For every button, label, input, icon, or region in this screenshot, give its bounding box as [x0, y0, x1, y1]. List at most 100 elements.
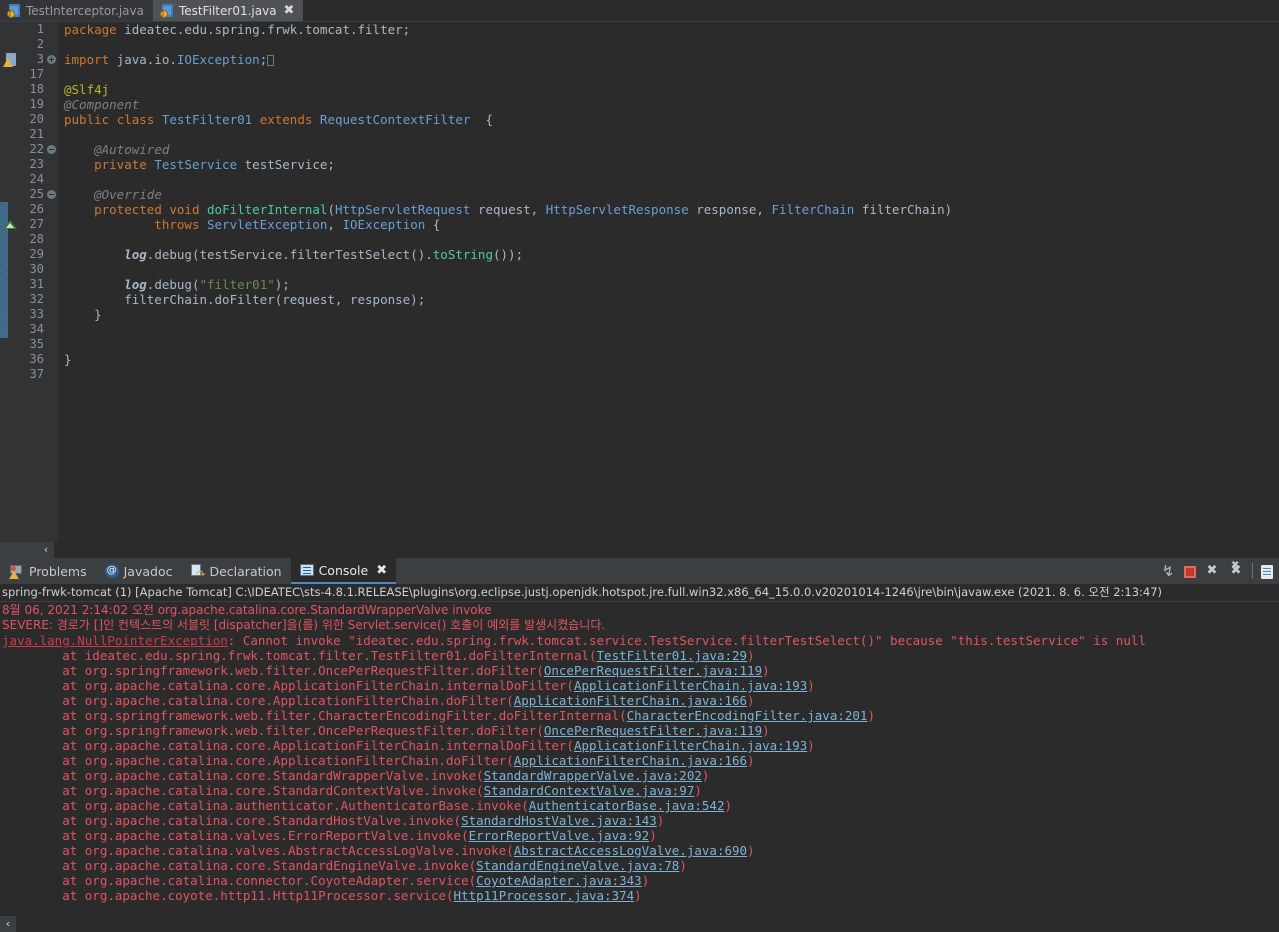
line-number: 28	[29, 232, 44, 246]
code-line[interactable]	[58, 367, 1279, 382]
stack-trace-link[interactable]: StandardWrapperValve.java:202	[484, 768, 702, 783]
console-line-list: 8월 06, 2021 2:14:02 오전 org.apache.catali…	[0, 603, 1279, 903]
code-line[interactable]	[58, 322, 1279, 337]
scroll-left-arrow-icon[interactable]: ‹	[38, 542, 54, 558]
console-line[interactable]: at org.apache.catalina.valves.ErrorRepor…	[0, 828, 1279, 843]
code-line[interactable]: package ideatec.edu.spring.frwk.tomcat.f…	[58, 22, 1279, 37]
stack-trace-link[interactable]: CoyoteAdapter.java:343	[476, 873, 642, 888]
close-icon[interactable]: ✖	[376, 563, 387, 578]
code-line[interactable]: }	[58, 352, 1279, 367]
console-scroll-track[interactable]	[16, 916, 1279, 932]
warning-marker-icon[interactable]	[3, 53, 17, 67]
stack-trace-link[interactable]: OncePerRequestFilter.java:119	[544, 723, 762, 738]
code-line[interactable]: protected void doFilterInternal(HttpServ…	[58, 202, 1279, 217]
tab-console[interactable]: Console ✖	[290, 558, 397, 584]
fold-collapse-icon[interactable]	[47, 145, 56, 154]
stack-trace-link[interactable]: ApplicationFilterChain.java:193	[574, 678, 807, 693]
stack-trace-link[interactable]: CharacterEncodingFilter.java:201	[627, 708, 868, 723]
tab-declaration[interactable]: ↷ Declaration	[181, 558, 290, 584]
console-output[interactable]: 8월 06, 2021 2:14:02 오전 org.apache.catali…	[0, 602, 1279, 932]
console-line[interactable]: at org.apache.catalina.core.ApplicationF…	[0, 738, 1279, 753]
code-line[interactable]: public class TestFilter01 extends Reques…	[58, 112, 1279, 127]
code-line[interactable]: throws ServletException, IOException {	[58, 217, 1279, 232]
folding-ruler[interactable]	[46, 22, 58, 558]
exception-link[interactable]: java.lang.NullPointerException	[2, 633, 228, 648]
console-line[interactable]: at org.apache.catalina.authenticator.Aut…	[0, 798, 1279, 813]
editor-tab-testfilter01[interactable]: TestFilter01.java ✖	[152, 0, 304, 21]
stack-trace-link[interactable]: StandardContextValve.java:97	[484, 783, 695, 798]
console-line[interactable]: at org.apache.catalina.core.ApplicationF…	[0, 693, 1279, 708]
console-line[interactable]: at org.springframework.web.filter.Charac…	[0, 708, 1279, 723]
code-line[interactable]: @Autowired	[58, 142, 1279, 157]
line-number: 2	[36, 37, 44, 51]
remove-launch-icon[interactable]	[1204, 563, 1220, 579]
relaunch-icon[interactable]	[1160, 563, 1176, 579]
code-line[interactable]	[58, 67, 1279, 82]
code-line[interactable]: @Slf4j	[58, 82, 1279, 97]
line-number: 23	[29, 157, 44, 171]
console-line[interactable]: at org.apache.catalina.core.StandardHost…	[0, 813, 1279, 828]
editor-tab-testinterceptor[interactable]: TestInterceptor.java	[0, 0, 153, 21]
console-line[interactable]: at org.apache.catalina.valves.AbstractAc…	[0, 843, 1279, 858]
console-line[interactable]: at org.apache.coyote.http11.Http11Proces…	[0, 888, 1279, 903]
console-line[interactable]: at org.apache.catalina.core.ApplicationF…	[0, 678, 1279, 693]
stack-trace-link[interactable]: OncePerRequestFilter.java:119	[544, 663, 762, 678]
tab-problems[interactable]: Problems	[0, 558, 96, 584]
console-line[interactable]: at org.apache.catalina.core.StandardWrap…	[0, 768, 1279, 783]
stack-trace-link[interactable]: ApplicationFilterChain.java:166	[514, 693, 747, 708]
editor-scroll-track[interactable]	[54, 542, 1279, 558]
code-line[interactable]	[58, 37, 1279, 52]
editor-tab-label: TestInterceptor.java	[26, 3, 144, 18]
panel-tab-label: Declaration	[209, 563, 282, 579]
open-console-icon[interactable]	[1261, 564, 1273, 579]
stack-trace-link[interactable]: StandardEngineValve.java:78	[476, 858, 679, 873]
fold-collapse-icon[interactable]	[47, 190, 56, 199]
remove-all-terminated-icon[interactable]	[1228, 560, 1244, 579]
stack-trace-link[interactable]: AbstractAccessLogValve.java:690	[514, 843, 747, 858]
line-number: 3	[36, 52, 44, 66]
stack-trace-link[interactable]: StandardHostValve.java:143	[461, 813, 657, 828]
java-editor[interactable]: 1 2 3 17 18 19 20 21 22 23 24 25 26 27 28 29 30 31 32 33 34 3…	[0, 22, 1279, 558]
line-number: 18	[29, 82, 44, 96]
console-line[interactable]: at org.apache.catalina.core.StandardEngi…	[0, 858, 1279, 873]
console-line[interactable]: at org.springframework.web.filter.OncePe…	[0, 723, 1279, 738]
code-line[interactable]: }	[58, 307, 1279, 322]
console-line[interactable]: at org.apache.catalina.core.ApplicationF…	[0, 753, 1279, 768]
console-line[interactable]: java.lang.NullPointerException: Cannot i…	[0, 633, 1279, 648]
declaration-icon: ↷	[190, 564, 205, 580]
close-icon[interactable]: ✖	[284, 4, 295, 17]
console-horizontal-scrollbar[interactable]: ‹	[0, 916, 1279, 932]
tab-javadoc[interactable]: @ Javadoc	[96, 558, 182, 584]
console-line[interactable]: at ideatec.edu.spring.frwk.tomcat.filter…	[0, 648, 1279, 663]
editor-annotation-ruler[interactable]	[0, 22, 22, 558]
code-line[interactable]: private TestService testService;	[58, 157, 1279, 172]
code-line[interactable]: @Override	[58, 187, 1279, 202]
code-line[interactable]	[58, 337, 1279, 352]
code-line[interactable]	[58, 232, 1279, 247]
code-line[interactable]	[58, 127, 1279, 142]
stack-trace-link[interactable]: ApplicationFilterChain.java:166	[514, 753, 747, 768]
line-number: 27	[29, 217, 44, 231]
code-line[interactable]: filterChain.doFilter(request, response);	[58, 292, 1279, 307]
console-line[interactable]: at org.springframework.web.filter.OncePe…	[0, 663, 1279, 678]
code-content[interactable]: package ideatec.edu.spring.frwk.tomcat.f…	[58, 22, 1279, 558]
stack-trace-link[interactable]: AuthenticatorBase.java:542	[529, 798, 725, 813]
code-line[interactable]: import java.io.IOException;	[58, 52, 1279, 67]
stack-trace-link[interactable]: TestFilter01.java:29	[597, 648, 748, 663]
code-line[interactable]	[58, 262, 1279, 277]
collapsed-imports-icon[interactable]	[267, 55, 275, 66]
code-line[interactable]: @Component	[58, 97, 1279, 112]
stack-trace-link[interactable]: Http11Processor.java:374	[454, 888, 635, 903]
scroll-left-arrow-icon[interactable]: ‹	[0, 916, 16, 932]
editor-scroll-corner	[0, 542, 38, 558]
code-line[interactable]: log.debug("filter01");	[58, 277, 1279, 292]
code-line[interactable]	[58, 172, 1279, 187]
fold-expand-icon[interactable]	[47, 55, 56, 64]
console-line[interactable]: at org.apache.catalina.core.StandardCont…	[0, 783, 1279, 798]
editor-horizontal-scrollbar[interactable]: ‹	[38, 542, 1279, 558]
stack-trace-link[interactable]: ApplicationFilterChain.java:193	[574, 738, 807, 753]
console-line[interactable]: at org.apache.catalina.connector.CoyoteA…	[0, 873, 1279, 888]
stack-trace-link[interactable]: ErrorReportValve.java:92	[469, 828, 650, 843]
code-line[interactable]: log.debug(testService.filterTestSelect()…	[58, 247, 1279, 262]
terminate-icon[interactable]	[1184, 566, 1196, 578]
